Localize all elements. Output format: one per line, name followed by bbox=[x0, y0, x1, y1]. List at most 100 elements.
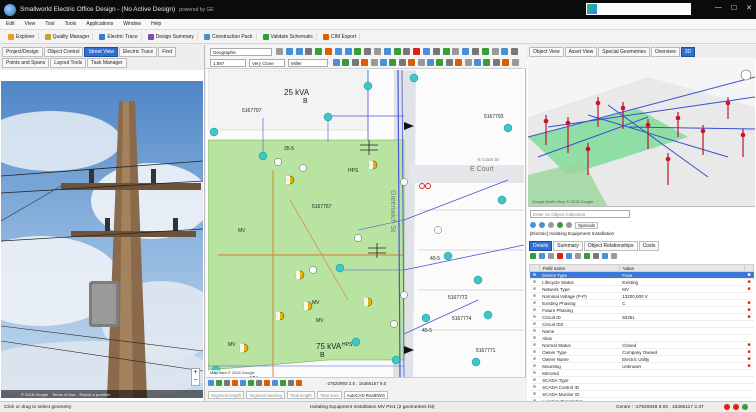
map-action-icon[interactable] bbox=[264, 380, 270, 386]
map-tool-icon[interactable] bbox=[442, 48, 450, 55]
map-tool-icon[interactable] bbox=[483, 59, 491, 66]
property-row[interactable]: ⊕ Future Phasing ■ bbox=[529, 306, 754, 314]
property-value[interactable] bbox=[619, 306, 745, 314]
map-canvas[interactable]: 25 kVA B 75 kVA B 5167797 5167793 516776… bbox=[208, 70, 524, 377]
layer-select[interactable]: Miller bbox=[288, 59, 328, 67]
maximize-icon[interactable]: ☐ bbox=[731, 4, 737, 12]
map-tool-icon[interactable] bbox=[295, 48, 303, 55]
map-tool-icon[interactable] bbox=[511, 48, 519, 55]
toolbar-button[interactable]: Validate Schematic bbox=[260, 32, 317, 41]
tab[interactable]: Electric Trace bbox=[118, 47, 158, 57]
3d-device[interactable] bbox=[620, 105, 626, 111]
scale-select[interactable]: 1:597 bbox=[210, 59, 246, 67]
toolbar-button[interactable]: Construction Pack bbox=[201, 32, 257, 41]
map-tool-icon[interactable] bbox=[361, 59, 369, 66]
property-row[interactable]: ⊕ SCADA Monitor ID bbox=[529, 390, 754, 398]
tab[interactable]: Object Control bbox=[43, 47, 84, 57]
zoom-mode-select[interactable]: Very Close bbox=[249, 59, 285, 67]
property-value[interactable]: Electric Utility bbox=[619, 355, 745, 363]
property-row[interactable]: ⊕ SCADA Type bbox=[529, 376, 754, 384]
map-tool-icon[interactable] bbox=[380, 59, 387, 66]
map-tool-icon[interactable] bbox=[455, 59, 463, 66]
property-row[interactable]: ⊕ SCADA Control ID bbox=[529, 383, 754, 391]
map-tool-icon[interactable] bbox=[502, 59, 510, 66]
property-value[interactable]: Unknown bbox=[619, 362, 745, 370]
settings-icon[interactable] bbox=[566, 222, 572, 228]
property-value[interactable] bbox=[619, 320, 745, 328]
zoom-in-button[interactable]: + bbox=[192, 369, 199, 377]
map-tool-icon[interactable] bbox=[427, 59, 434, 66]
property-row[interactable]: ⊕ Alias bbox=[529, 334, 754, 342]
specials-button[interactable]: Specials bbox=[575, 221, 599, 229]
view-select[interactable]: Geographic bbox=[210, 48, 272, 56]
map-tool-icon[interactable] bbox=[276, 48, 283, 55]
property-value[interactable] bbox=[619, 369, 745, 377]
3d-view[interactable]: Google Earth View © 2018 Google bbox=[528, 57, 755, 207]
map-tool-icon[interactable] bbox=[393, 48, 401, 55]
column-header-value[interactable]: Value bbox=[618, 264, 745, 272]
detail-tool-icon[interactable] bbox=[557, 253, 563, 259]
map-tool-icon[interactable] bbox=[342, 59, 350, 66]
menu-view[interactable]: View bbox=[25, 21, 36, 27]
map-action-icon[interactable] bbox=[288, 380, 294, 386]
menu-applications[interactable]: Applications bbox=[86, 21, 113, 27]
property-row[interactable]: ⊕ Owner Type Company Owned ■ bbox=[529, 348, 754, 356]
property-row[interactable]: ⊕ Circuit ID 50251 ■ bbox=[529, 313, 754, 321]
map-tool-icon[interactable] bbox=[370, 59, 378, 66]
3d-device[interactable] bbox=[645, 122, 651, 128]
map-tool-icon[interactable] bbox=[354, 48, 362, 55]
close-icon[interactable]: ✕ bbox=[746, 4, 752, 12]
back-icon[interactable] bbox=[530, 222, 536, 228]
detail-tool-icon[interactable] bbox=[575, 253, 581, 259]
property-value[interactable]: Fuse bbox=[619, 271, 745, 279]
3d-device[interactable] bbox=[565, 120, 571, 126]
cad-format-select[interactable]: AutoCAD RealDWG bbox=[343, 391, 389, 399]
map-action-icon[interactable] bbox=[216, 380, 222, 386]
map-tool-icon[interactable] bbox=[436, 59, 444, 66]
map-tool-icon[interactable] bbox=[417, 59, 425, 66]
map-action-icon[interactable] bbox=[272, 380, 278, 386]
map-tool-icon[interactable] bbox=[383, 48, 391, 55]
3d-device[interactable] bbox=[585, 146, 591, 152]
map-tool-icon[interactable] bbox=[315, 48, 323, 55]
terms-link[interactable]: Terms of Use bbox=[52, 392, 76, 397]
detail-tool-icon[interactable] bbox=[530, 253, 536, 259]
object-collection-select[interactable]: Enter an Object Collection bbox=[530, 210, 630, 218]
property-row[interactable]: ⊕ Network Type MV ■ bbox=[529, 285, 754, 293]
map-tool-icon[interactable] bbox=[408, 59, 416, 66]
map-action-icon[interactable] bbox=[208, 380, 214, 386]
map-tool-icon[interactable] bbox=[474, 59, 481, 66]
property-row[interactable]: ⊕ Existing Phasing C ■ bbox=[529, 299, 754, 307]
map-tool-icon[interactable] bbox=[491, 48, 499, 55]
column-header-field[interactable]: Field name bbox=[538, 264, 620, 272]
detail-tool-icon[interactable] bbox=[566, 253, 572, 259]
toolbar-button[interactable]: Explorer bbox=[5, 32, 39, 41]
detail-tab[interactable]: Object Relationships bbox=[583, 241, 638, 251]
menu-help[interactable]: Help bbox=[151, 21, 161, 27]
segment-length-field[interactable]: Segment length bbox=[208, 391, 245, 399]
map-action-icon[interactable] bbox=[224, 380, 230, 386]
property-value[interactable]: Existing bbox=[619, 278, 745, 286]
property-row[interactable]: ⊕ Owner Name Electric Utility ■ bbox=[529, 355, 754, 363]
map-tool-icon[interactable] bbox=[389, 59, 397, 66]
3d-device[interactable] bbox=[725, 100, 731, 106]
tab[interactable]: Task Manager bbox=[87, 58, 127, 68]
map-tool-icon[interactable] bbox=[432, 48, 440, 55]
total-length-field[interactable]: Total length bbox=[286, 391, 315, 399]
property-value[interactable] bbox=[619, 390, 745, 398]
3d-device[interactable] bbox=[543, 118, 549, 124]
report-problem-link[interactable]: Report a problem bbox=[80, 392, 111, 397]
map-action-icon[interactable] bbox=[296, 380, 302, 386]
3d-device[interactable] bbox=[595, 100, 601, 106]
right-tab[interactable]: Object View bbox=[529, 47, 564, 57]
tab[interactable]: Points and Spans bbox=[2, 58, 50, 68]
toolbar-button[interactable]: Quality Manager bbox=[42, 32, 94, 41]
property-value[interactable] bbox=[619, 334, 745, 342]
map-tool-icon[interactable] bbox=[445, 59, 453, 66]
map-tool-icon[interactable] bbox=[481, 48, 489, 55]
map-tool-icon[interactable] bbox=[501, 48, 509, 55]
right-tab[interactable]: Asset View bbox=[564, 47, 598, 57]
map-tool-icon[interactable] bbox=[464, 59, 472, 66]
map-tool-icon[interactable] bbox=[462, 48, 470, 55]
property-row[interactable]: ⊕ Name bbox=[529, 327, 754, 335]
